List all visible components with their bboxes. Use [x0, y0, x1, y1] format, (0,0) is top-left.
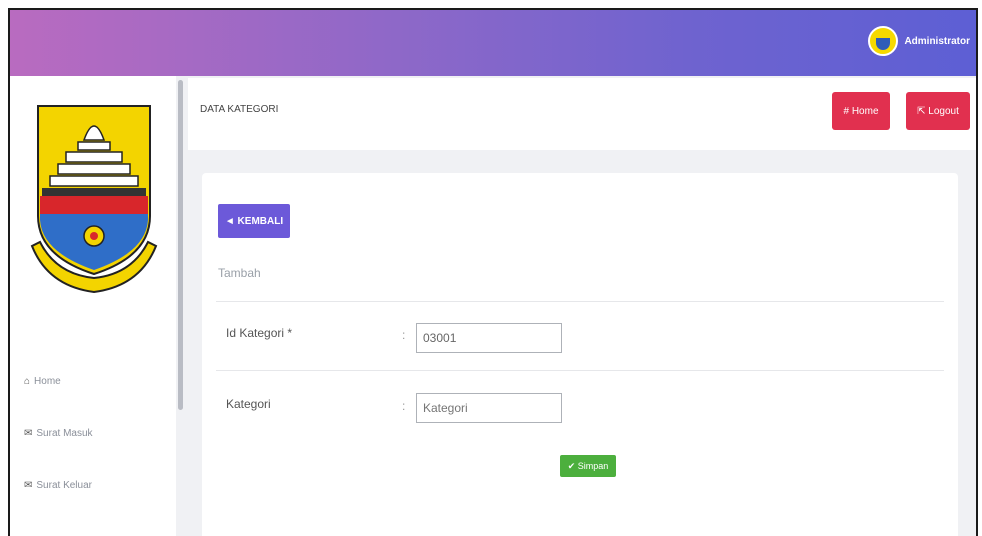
user-name: Administrator — [904, 35, 970, 47]
divider — [216, 370, 944, 371]
sidebar-item-surat-masuk[interactable]: ✉ Surat Masuk — [24, 428, 93, 439]
sidebar-item-home[interactable]: ⌂ Home — [24, 376, 61, 387]
province-logo — [30, 105, 158, 294]
home-icon: ⌂ — [24, 376, 31, 387]
sidebar-item-label: Surat Keluar — [36, 480, 92, 491]
sidebar: ⌂ Home ✉ Surat Masuk ✉ Surat Keluar — [10, 76, 176, 536]
id-kategori-label: Id Kategori * — [226, 326, 293, 340]
sidebar-item-surat-keluar[interactable]: ✉ Surat Keluar — [24, 480, 92, 491]
kategori-input[interactable] — [416, 393, 562, 423]
divider — [216, 301, 944, 302]
sidebar-scrollbar[interactable] — [178, 80, 183, 410]
id-kategori-input[interactable] — [416, 323, 562, 353]
sidebar-item-label: Home — [34, 376, 61, 387]
page-title: DATA KATEGORI — [200, 104, 279, 115]
form-subtitle: Tambah — [218, 266, 261, 280]
home-button[interactable]: # Home — [832, 92, 890, 130]
form-card: ◄ KEMBALI Tambah Id Kategori * : Kategor… — [202, 173, 958, 536]
colon: : — [402, 399, 406, 413]
back-button[interactable]: ◄ KEMBALI — [218, 204, 290, 238]
app-frame: Administrator ⌂ Home ✉ Surat Masuk ✉ Sur… — [8, 8, 978, 536]
mail-icon: ✉ — [24, 480, 33, 491]
mail-icon: ✉ — [24, 428, 33, 439]
save-button[interactable]: ✔ Simpan — [560, 455, 616, 477]
page-header: DATA KATEGORI # Home ⇱ Logout — [188, 78, 976, 150]
kategori-label: Kategori — [226, 397, 271, 411]
user-menu[interactable]: Administrator — [868, 26, 970, 56]
avatar — [868, 26, 899, 56]
logout-button[interactable]: ⇱ Logout — [906, 92, 970, 130]
colon: : — [402, 328, 406, 342]
top-navbar: Administrator — [10, 10, 976, 76]
sidebar-item-label: Surat Masuk — [36, 428, 93, 439]
